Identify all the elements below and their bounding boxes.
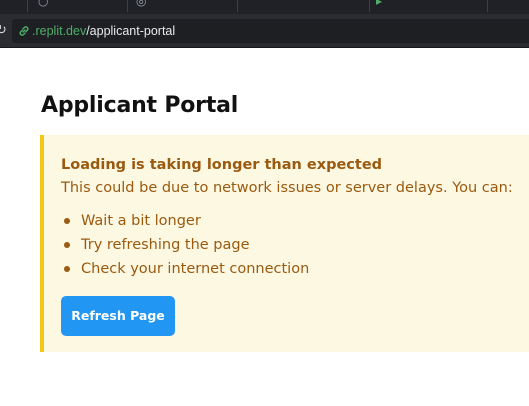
suggestion-list: Wait a bit longer Try refreshing the pag… <box>61 209 309 281</box>
suggestion-item: Try refreshing the page <box>61 233 309 257</box>
url-path: /applicant-portal <box>86 24 176 38</box>
tab-favicon-icon: ◎ <box>136 0 147 8</box>
bullet-icon <box>64 218 70 224</box>
page-title: Applicant Portal <box>41 93 239 118</box>
browser-tab[interactable]: ◎ <box>128 0 238 12</box>
suggestion-text: Check your internet connection <box>81 261 310 277</box>
url-text: .replit.dev/applicant-portal <box>32 23 175 39</box>
url-field[interactable]: .replit.dev/applicant-portal <box>12 19 529 43</box>
suggestion-text: Try refreshing the page <box>81 237 250 253</box>
suggestion-item: Check your internet connection <box>61 257 309 281</box>
tab-favicon-icon: ○ <box>38 0 49 8</box>
link-icon <box>19 26 29 36</box>
browser-tab[interactable] <box>0 0 28 12</box>
suggestion-item: Wait a bit longer <box>61 209 309 233</box>
bullet-icon <box>64 266 70 272</box>
reload-icon[interactable]: ↻ <box>0 21 10 41</box>
refresh-page-button[interactable]: Refresh Page <box>61 296 175 336</box>
browser-tab-strip: ○ ◎ ▸ <box>0 0 529 14</box>
loading-warning-alert: Loading is taking longer than expected T… <box>40 135 529 352</box>
browser-tab[interactable] <box>238 0 370 12</box>
suggestion-text: Wait a bit longer <box>81 213 201 229</box>
tab-favicon-icon: ▸ <box>376 0 383 8</box>
alert-message: This could be due to network issues or s… <box>61 180 513 196</box>
browser-tab[interactable]: ▸ <box>370 0 488 12</box>
url-domain: .replit.dev <box>32 24 87 38</box>
alert-heading: Loading is taking longer than expected <box>61 157 383 173</box>
bullet-icon <box>64 242 70 248</box>
address-bar: ↻ .replit.dev/applicant-portal <box>0 14 529 48</box>
browser-tab[interactable] <box>488 0 529 12</box>
browser-tab[interactable]: ○ <box>28 0 128 12</box>
